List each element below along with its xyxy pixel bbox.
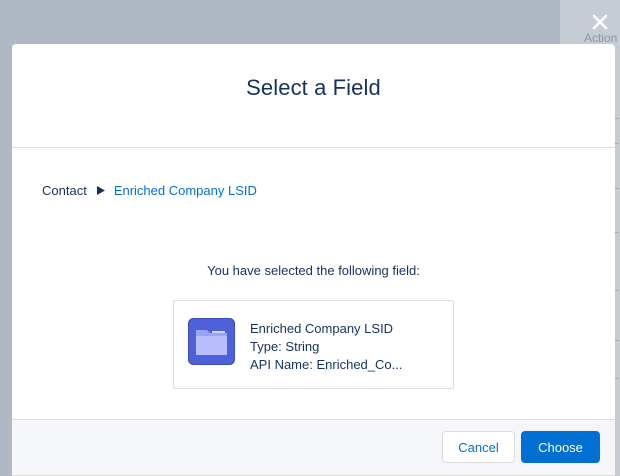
selected-field-message: You have selected the following field: [207,263,420,278]
cancel-button[interactable]: Cancel [442,431,515,463]
field-type: Type: String [250,339,320,354]
field-name: Enriched Company LSID [250,321,394,336]
breadcrumb-selected-field[interactable]: Enriched Company LSID [114,183,257,198]
choose-button[interactable]: Choose [521,431,600,463]
caret-right-icon [96,186,105,195]
modal-footer: Cancel Choose [12,419,615,476]
field-details: Enriched Company LSID Type: String API N… [250,320,402,374]
close-icon [592,14,608,30]
modal-header: Select a Field [12,44,615,148]
modal-body: Contact Enriched Company LSID You have s… [12,148,615,419]
field-api-name: API Name: Enriched_Co... [250,357,403,372]
selected-field-card: Enriched Company LSID Type: String API N… [173,300,454,389]
select-field-modal: Select a Field Contact Enriched Company … [12,44,615,476]
modal-title: Select a Field [246,75,381,101]
close-button[interactable] [588,10,612,34]
breadcrumb-root[interactable]: Contact [42,183,87,198]
breadcrumb: Contact Enriched Company LSID [42,183,257,198]
folder-icon [188,318,235,365]
